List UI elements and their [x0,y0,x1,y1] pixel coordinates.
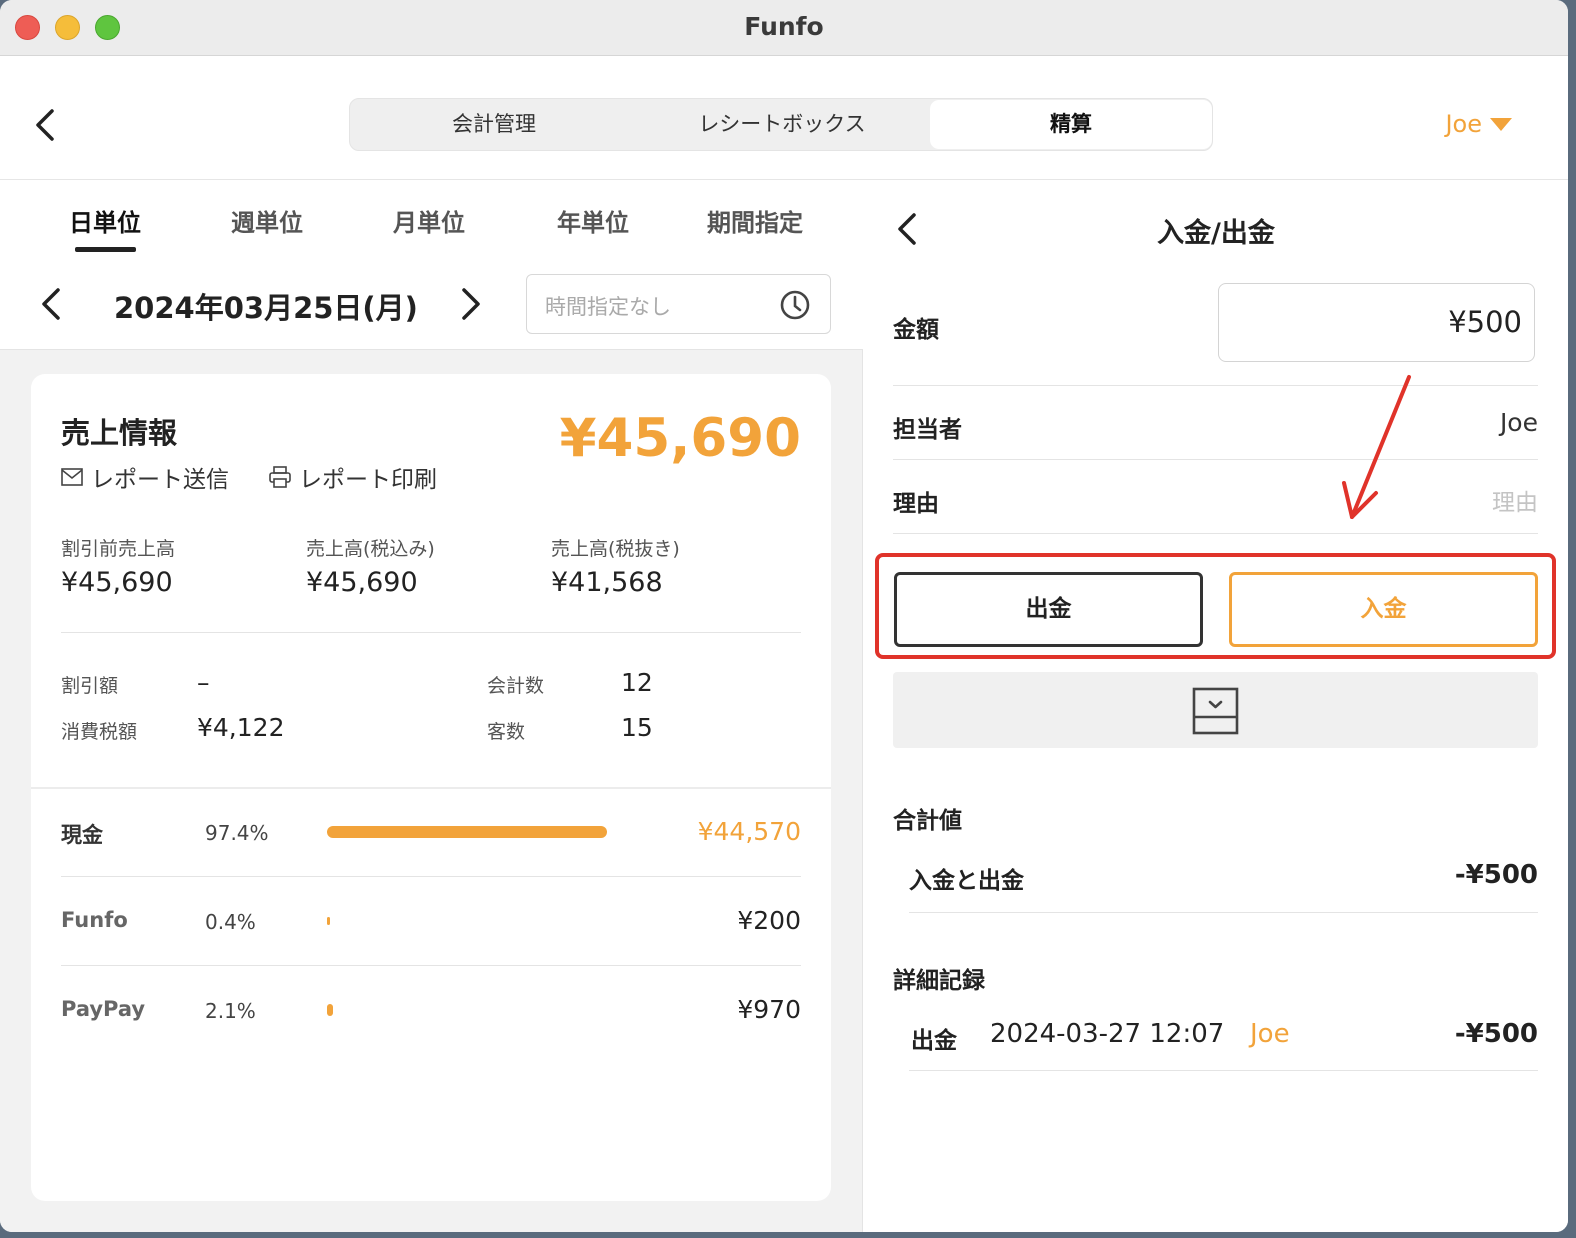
stat-value: ¥45,690 [61,567,173,598]
amount-value: ¥500 [1448,305,1522,339]
app-window: Funfo 会計管理 レシートボックス 精算 Joe 日単位 週単位 月単位 年… [0,0,1568,1232]
total-section-title: 合計値 [893,808,962,834]
print-report-button[interactable]: レポート印刷 [269,460,437,494]
total-value: -¥500 [1454,860,1538,890]
window-title: Funfo [744,12,824,41]
title-bar: Funfo [0,0,1568,56]
payment-method-name: Funfo [61,908,128,932]
send-report-label: レポート送信 [91,467,229,493]
amount-input[interactable]: ¥500 [1218,283,1535,362]
customer-count-value: 15 [621,713,653,742]
payment-amount: ¥200 [737,906,801,935]
annotation-arrow [1342,375,1411,519]
withdraw-button[interactable]: 出金 [894,572,1203,647]
next-day-icon[interactable] [456,284,486,324]
deposit-button[interactable]: 入金 [1229,572,1538,647]
payment-row-funfo: Funfo 0.4% ¥200 [61,878,801,966]
divider [893,459,1538,460]
total-label: 入金と出金 [909,868,1024,894]
period-selector: 日単位 週単位 月単位 年単位 期間指定 2024年03月25日(月) 時間指定… [0,181,863,350]
record-user: Joe [1250,1019,1290,1049]
staff-value[interactable]: Joe [1500,408,1538,437]
tab-receipt-box[interactable]: レシートボックス [638,99,926,150]
tab-monthly[interactable]: 月単位 [393,203,465,238]
reason-label: 理由 [893,491,939,517]
sales-summary-card: 売上情報 ¥45,690 レポート送信 レポート印刷 割引前売上高 ¥45,69… [31,374,831,1201]
cash-drawer-icon [1192,687,1239,735]
detail-section-title: 詳細記録 [893,968,985,994]
sales-total: ¥45,690 [559,408,801,469]
customer-count-label: 客数 [487,721,526,743]
pane-title: 入金/出金 [1157,218,1275,249]
payment-share: 97.4% [205,821,269,845]
user-name: Joe [1445,110,1482,138]
payment-share-bar [327,1004,334,1016]
previous-day-icon[interactable] [36,284,66,324]
payment-share: 0.4% [205,910,256,934]
stat-value: ¥41,568 [551,567,663,598]
record-datetime: 2024-03-27 12:07 [990,1019,1225,1049]
tab-yearly[interactable]: 年単位 [557,203,629,238]
transaction-count-label: 会計数 [487,675,545,697]
send-report-button[interactable]: レポート送信 [61,460,229,494]
cash-in-out-pane: 入金/出金 金額 ¥500 担当者 Joe 理由 理由 出金 入金 合計値 入金… [864,181,1568,1232]
stat-label: 売上高(税込み) [306,538,435,560]
app-header: 会計管理 レシートボックス 精算 Joe [0,57,1568,180]
payment-share-bar [327,826,607,838]
payment-row-cash: 現金 97.4% ¥44,570 [61,789,801,877]
divider [893,533,1538,534]
discount-value: – [197,668,210,697]
main-segmented-control: 会計管理 レシートボックス 精算 [349,98,1213,151]
tab-custom-range[interactable]: 期間指定 [707,203,803,238]
current-date: 2024年03月25日(月) [114,291,418,325]
tab-daily[interactable]: 日単位 [69,203,141,238]
payment-amount: ¥44,570 [697,817,801,846]
payment-method-name: PayPay [61,997,146,1021]
caret-down-icon [1490,117,1512,131]
active-tab-indicator [75,247,136,252]
print-report-label: レポート印刷 [299,467,437,493]
tab-settlement[interactable]: 精算 [930,100,1212,149]
amount-label: 金額 [893,317,939,343]
back-icon[interactable] [28,105,62,145]
transaction-count-value: 12 [621,668,653,697]
reason-input[interactable]: 理由 [1492,483,1538,517]
divider [893,385,1538,386]
discount-label: 割引額 [61,675,119,697]
divider [909,912,1538,913]
sales-pane: 日単位 週単位 月単位 年単位 期間指定 2024年03月25日(月) 時間指定… [0,181,863,1232]
stat-value: ¥45,690 [306,567,418,598]
payment-amount: ¥970 [737,995,801,1024]
sales-title: 売上情報 [61,416,178,450]
staff-label: 担当者 [893,417,962,443]
tax-value: ¥4,122 [197,713,285,742]
payment-row-paypay: PayPay 2.1% ¥970 [61,967,801,1055]
payment-share-bar [327,917,330,925]
divider [61,632,801,633]
tab-accounting[interactable]: 会計管理 [350,99,638,150]
time-filter-placeholder: 時間指定なし [545,295,671,319]
stat-label: 売上高(税抜き) [551,538,680,560]
payment-method-name: 現金 [61,823,103,847]
stat-label: 割引前売上高 [61,538,176,560]
record-amount: -¥500 [1454,1019,1538,1049]
record-type: 出金 [911,1028,957,1054]
printer-icon [269,466,291,488]
open-cash-drawer-button[interactable] [893,672,1538,748]
tab-weekly[interactable]: 週単位 [231,203,303,238]
tax-label: 消費税額 [61,721,138,743]
payment-share: 2.1% [205,999,256,1023]
clock-icon [780,290,810,320]
user-menu[interactable]: Joe [1445,110,1512,138]
mail-icon [61,468,83,486]
divider [909,1070,1538,1071]
time-filter-field[interactable]: 時間指定なし [526,274,831,334]
